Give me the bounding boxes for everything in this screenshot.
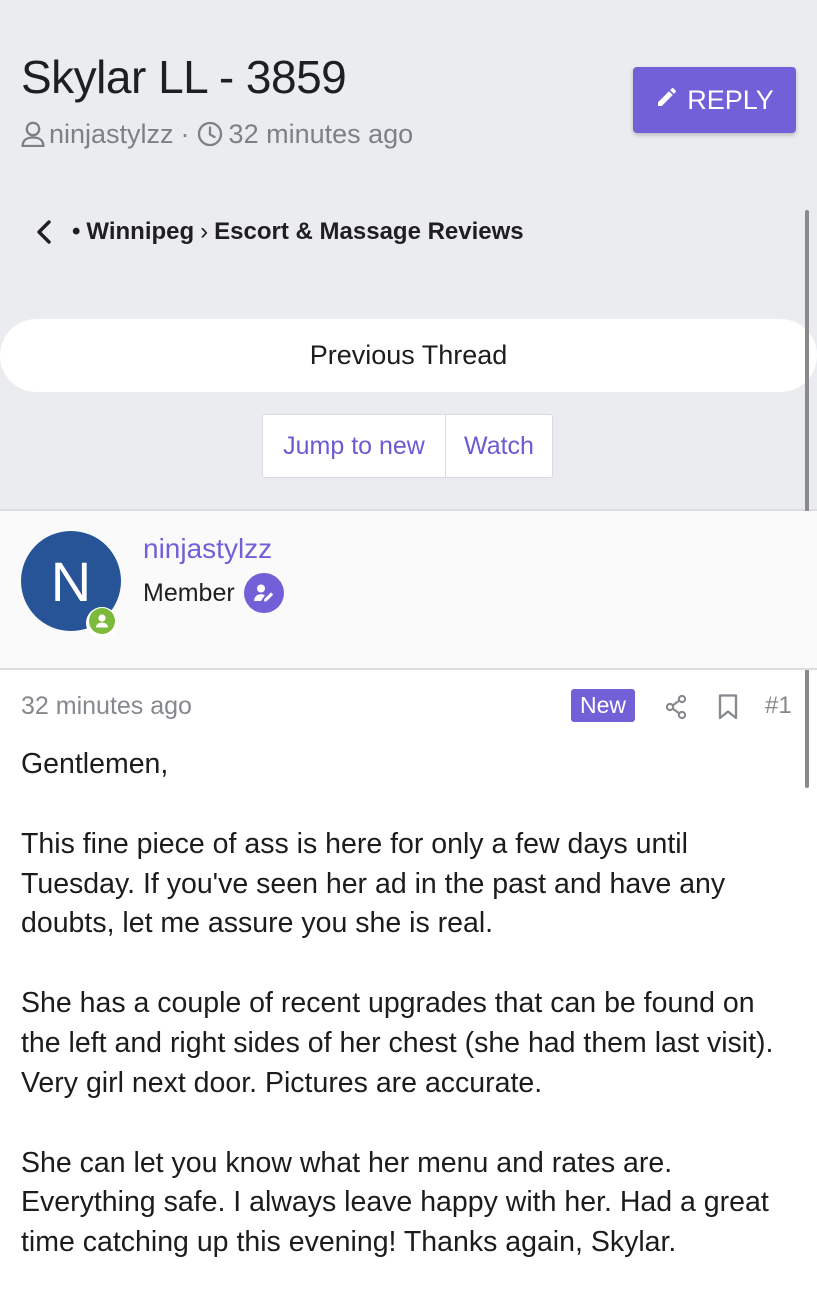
post-paragraph: Gentlemen, [21, 748, 169, 780]
previous-thread-button[interactable]: Previous Thread [0, 319, 817, 392]
post-author-block: N ninjastylzz Member [0, 511, 817, 670]
thread-header: Skylar LL - 3859 ninjastylzz · 32 minute… [0, 0, 817, 511]
bookmark-icon[interactable] [717, 693, 739, 726]
user-role: Member [143, 573, 284, 613]
online-status-badge [86, 607, 118, 639]
post-time[interactable]: 32 minutes ago [21, 692, 192, 721]
share-icon[interactable] [664, 694, 688, 725]
pencil-icon [655, 85, 679, 116]
user-icon [89, 607, 115, 639]
post-number-link[interactable]: #1 [765, 692, 792, 720]
post-paragraph: This fine piece of ass is here for only … [21, 827, 726, 940]
user-edit-icon [243, 573, 284, 613]
watch-button[interactable]: Watch [446, 415, 552, 477]
reply-button[interactable]: REPLY [633, 67, 796, 133]
breadcrumb-item-reviews[interactable]: Escort & Massage Reviews [214, 218, 523, 246]
chevron-left-icon[interactable] [34, 219, 54, 245]
breadcrumb: • Winnipeg › Escort & Massage Reviews [34, 212, 524, 252]
thread-time[interactable]: 32 minutes ago [229, 119, 414, 150]
thread-author-link[interactable]: ninjastylzz [49, 119, 174, 150]
breadcrumb-item-winnipeg[interactable]: Winnipeg [86, 218, 194, 246]
post-meta-bar: 32 minutes ago New #1 [0, 686, 817, 728]
meta-separator: · [180, 118, 190, 149]
role-label: Member [143, 578, 235, 607]
jump-to-new-button[interactable]: Jump to new [263, 415, 446, 477]
post-author-username[interactable]: ninjastylzz [143, 533, 272, 565]
new-badge: New [571, 689, 636, 722]
thread-actions: Jump to new Watch [262, 414, 553, 478]
thread-title: Skylar LL - 3859 [21, 51, 347, 103]
breadcrumb-dot: • [72, 218, 81, 245]
reply-label: REPLY [687, 84, 774, 115]
post-paragraph: She can let you know what her menu and r… [21, 1146, 769, 1259]
thread-meta: ninjastylzz · 32 minutes ago [21, 116, 413, 152]
clock-icon [197, 121, 223, 147]
user-icon [21, 121, 45, 147]
breadcrumb-separator: › [200, 218, 209, 245]
post-paragraph: She has a couple of recent upgrades that… [21, 987, 774, 1099]
post-body: Gentlemen, This fine piece of ass is her… [21, 745, 801, 1303]
